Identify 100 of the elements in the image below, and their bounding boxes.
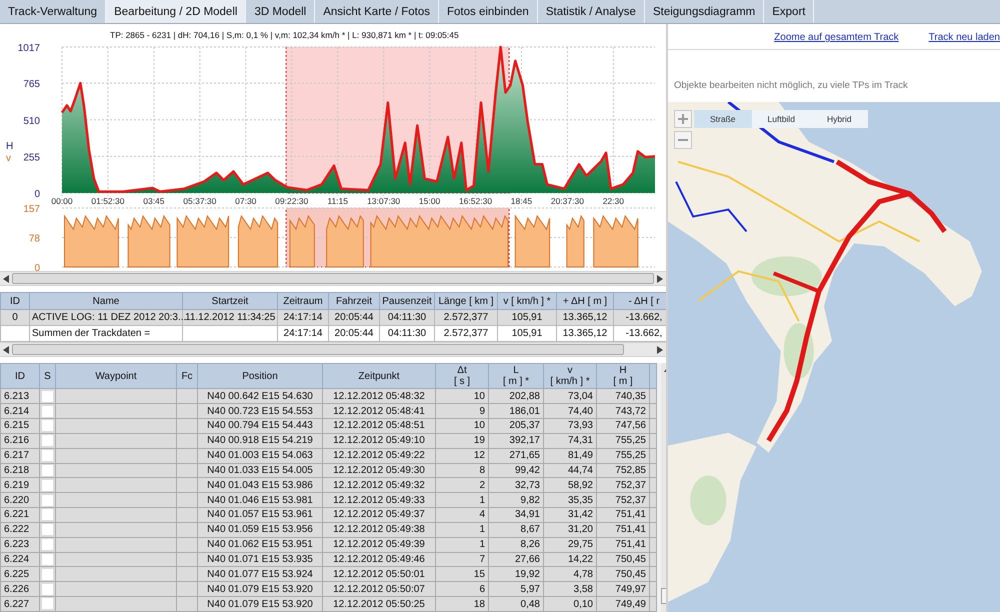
horizontal-scrollbar[interactable] [0, 342, 666, 357]
table-cell: 20:05:44 [334, 312, 374, 323]
table-cell: 13.365,12 [562, 312, 608, 323]
table-cell: 31,42 [568, 509, 593, 520]
table-cell: 13.365,12 [562, 328, 608, 339]
column-header[interactable]: Δt [ s ] [436, 364, 488, 389]
zoom-out-icon[interactable] [674, 131, 692, 149]
table-cell: N40 01.003 E15 54.063 [207, 450, 313, 462]
axis-tick-label: 255 [23, 152, 40, 164]
table-cell: 1 [479, 494, 485, 506]
table-cell: N40 01.079 E15 53.920 [207, 584, 313, 595]
column-header[interactable]: - ΔH [ r [614, 292, 666, 310]
table-cell: 73,04 [568, 390, 593, 402]
table-cell: 29,75 [568, 539, 593, 550]
table-cell: 12.12.2012 05:49:39 [333, 539, 425, 550]
table-cell: 73,93 [568, 420, 593, 432]
table-cell: N40 01.057 E15 53.961 [207, 509, 313, 520]
table-cell: 740,35 [615, 390, 646, 402]
scroll-right-icon[interactable] [657, 274, 663, 282]
scroll-right-icon[interactable] [657, 346, 663, 354]
link[interactable]: Zoome auf gesamtem Track [774, 32, 899, 49]
table-cell: 32,73 [514, 480, 540, 491]
table-cell: 4,78 [574, 568, 593, 580]
table-cell: 6.224 [4, 554, 30, 565]
table-cell: N40 01.059 E15 53.956 [207, 524, 313, 536]
table-cell: 2.572,377 [444, 328, 488, 339]
table-cell: 12.12.2012 05:49:30 [333, 464, 425, 476]
checkbox[interactable] [42, 584, 53, 595]
tab[interactable]: 3D Modell [246, 0, 316, 23]
checkbox[interactable] [42, 554, 53, 565]
table-cell: 12.12.2012 05:49:22 [333, 450, 425, 462]
horizontal-scrollbar[interactable] [0, 271, 666, 286]
map-mode-tab[interactable]: Hybrid [810, 110, 868, 128]
column-header[interactable]: Fc [176, 364, 198, 389]
table-cell: 202,88 [509, 390, 540, 402]
tab[interactable]: Statistik / Analyse [538, 0, 645, 23]
column-header[interactable]: S [40, 364, 56, 389]
column-header[interactable]: Zeitpunkt [322, 364, 436, 389]
map-mode-tab[interactable]: Luftbild [752, 110, 811, 128]
checkbox[interactable] [42, 509, 53, 520]
table-cell: N40 00.642 E15 54.630 [207, 390, 313, 402]
column-header[interactable]: H [ m ] [596, 364, 650, 389]
column-header[interactable]: v [ km/h ] * [498, 292, 556, 310]
column-header[interactable]: Länge [ km ] [434, 292, 498, 310]
column-header[interactable]: Startzeit [182, 292, 278, 310]
tab[interactable]: Export [764, 0, 814, 23]
column-header[interactable]: L [ m ] * [488, 364, 544, 389]
column-header[interactable]: Waypoint [56, 364, 176, 389]
table-cell: 11.12.2012 11:34:25 [185, 312, 276, 323]
checkbox[interactable] [42, 524, 53, 536]
table-cell: 19 [474, 435, 485, 446]
column-header[interactable]: Fahrzeit [328, 292, 380, 310]
table-cell: 99,42 [514, 464, 540, 476]
column-header[interactable]: Position [198, 364, 322, 389]
table-cell: N40 00.794 E15 54.443 [207, 420, 313, 432]
axis-tick-label: 00:00 [51, 196, 73, 205]
checkbox[interactable] [42, 435, 53, 446]
axis-tick-label: 0 [34, 263, 40, 271]
table-cell: 10 [474, 420, 485, 432]
checkbox[interactable] [42, 406, 53, 417]
column-header[interactable]: Pausenzeit [380, 292, 434, 310]
table-row[interactable]: 0 ACTIVE LOG: 11 DEZ 2012 20:3...11.12.2012 11:34:25 24:17:14 20:05:44 04:11:30 2.572,377 105,91 13.365,12 -13.662, [0, 310, 666, 326]
table-cell: 751,41 [615, 539, 646, 550]
table-cell: 27,66 [514, 554, 540, 565]
checkbox[interactable] [42, 539, 53, 550]
scroll-left-icon[interactable] [3, 346, 9, 354]
table-cell: N40 01.077 E15 53.924 [207, 568, 313, 580]
map-mode-tab[interactable]: Straße [694, 110, 752, 128]
zoom-in-icon[interactable] [674, 110, 692, 128]
checkbox[interactable] [42, 494, 53, 506]
table-cell: 04:11:30 [388, 312, 426, 323]
table-cell: 4 [479, 509, 485, 520]
checkbox[interactable] [42, 420, 53, 432]
tab[interactable]: Steigungsdiagramm [644, 0, 764, 23]
tab[interactable]: Fotos einbinden [438, 0, 538, 23]
table-cell: 8 [479, 464, 485, 476]
column-header[interactable]: ID [0, 292, 30, 310]
column-header[interactable]: Zeitraum [278, 292, 328, 310]
column-header[interactable]: v [ km/h ] * [544, 364, 596, 389]
checkbox[interactable] [42, 480, 53, 491]
axis-tick-label: 11:15 [327, 196, 348, 205]
column-header[interactable]: Name [30, 292, 182, 310]
table-cell: 31,20 [568, 524, 593, 536]
checkbox[interactable] [42, 568, 53, 580]
tab[interactable]: Bearbeitung / 2D Modell [106, 0, 246, 23]
axis-tick-label: 18:45 [510, 196, 532, 205]
checkbox[interactable] [42, 598, 53, 610]
axis-tick-label: 01:52:30 [91, 196, 124, 205]
scroll-left-icon[interactable] [3, 274, 9, 282]
checkbox[interactable] [42, 450, 53, 462]
table-cell: 12.12.2012 05:50:25 [333, 598, 425, 610]
table-cell: 6.226 [4, 584, 30, 595]
column-header[interactable]: + ΔH [ m ] [556, 292, 614, 310]
tab[interactable]: Ansicht Karte / Fotos [315, 0, 439, 23]
table-cell: N40 00.918 E15 54.219 [207, 435, 313, 446]
column-header[interactable]: ID [0, 364, 40, 389]
checkbox[interactable] [42, 390, 53, 402]
link[interactable]: Track neu laden [928, 32, 1000, 49]
table-cell: 743,72 [615, 406, 646, 417]
checkbox[interactable] [42, 464, 53, 476]
